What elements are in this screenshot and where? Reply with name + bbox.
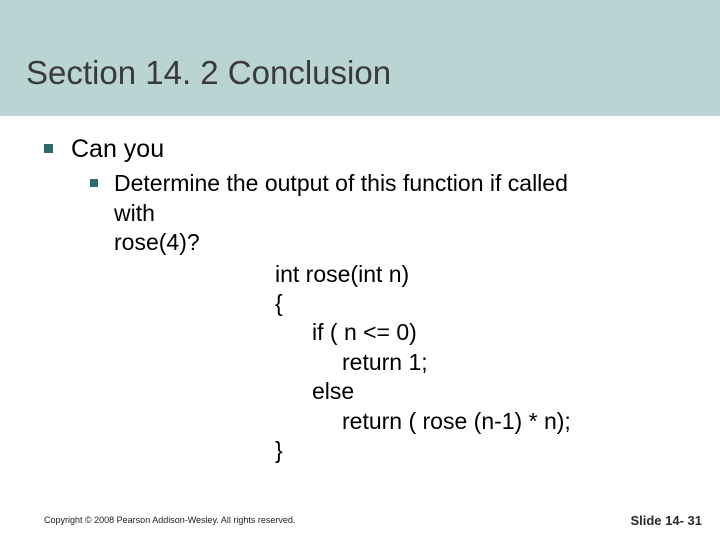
copyright-text: Copyright © 2008 Pearson Addison-Wesley.… [44, 515, 295, 525]
slide-header: Section 14. 2 Conclusion [0, 0, 720, 116]
bullet-l2-line3: rose(4)? [114, 228, 568, 257]
code-line: } [160, 436, 690, 465]
code-line: return 1; [160, 348, 690, 377]
code-line: else [160, 377, 690, 406]
bullet-l2-block: Determine the output of this function if… [114, 169, 568, 257]
square-bullet-icon [90, 179, 98, 187]
slide-body: Can you Determine the output of this fun… [44, 134, 690, 466]
code-block: int rose(int n) { if ( n <= 0) return 1;… [160, 260, 690, 466]
slide-title: Section 14. 2 Conclusion [26, 54, 391, 92]
square-bullet-icon [44, 144, 53, 153]
code-line: int rose(int n) [160, 260, 690, 289]
bullet-level2: Determine the output of this function if… [90, 169, 690, 465]
code-line: return ( rose (n-1) * n); [160, 407, 690, 436]
bullet-l2-line2: with [114, 199, 568, 228]
bullet-level1: Can you [44, 134, 690, 165]
bullet-l2-row: Determine the output of this function if… [90, 169, 690, 257]
code-line: { [160, 289, 690, 318]
slide-footer: Copyright © 2008 Pearson Addison-Wesley.… [0, 506, 720, 540]
code-line: if ( n <= 0) [160, 318, 690, 347]
bullet-l1-text: Can you [71, 134, 164, 165]
slide: Section 14. 2 Conclusion Can you Determi… [0, 0, 720, 540]
bullet-l2-line1: Determine the output of this function if… [114, 169, 568, 198]
slide-number: Slide 14- 31 [630, 513, 702, 528]
